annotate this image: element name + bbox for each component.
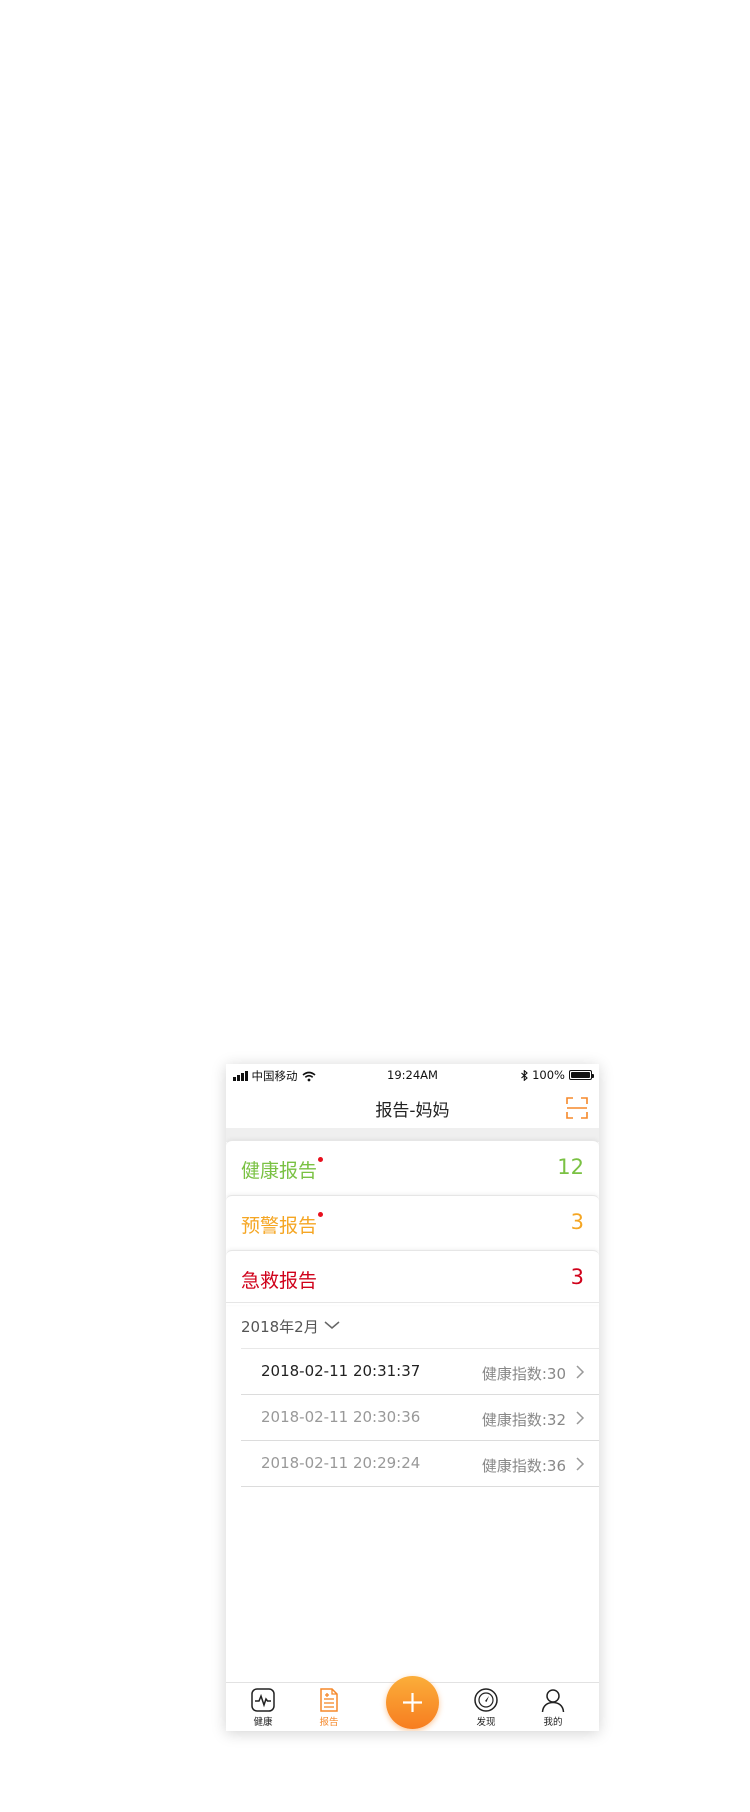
- record-list: 2018-02-11 20:31:37 健康指数:30 2018-02-11 2…: [241, 1348, 599, 1487]
- card-count: 12: [557, 1155, 584, 1179]
- status-bar: 中国移动 19:24AM 100%: [226, 1064, 599, 1086]
- emergency-report-card[interactable]: 急救报告 3: [226, 1250, 599, 1305]
- tab-mine[interactable]: 我的: [528, 1687, 578, 1728]
- list-item[interactable]: 2018-02-11 20:31:37 健康指数:30: [241, 1349, 599, 1395]
- month-filter[interactable]: 2018年2月: [226, 1302, 599, 1349]
- phone-screen: 中国移动 19:24AM 100% 报告-妈妈 健康报告 12 预警报告 3 急…: [226, 1064, 599, 1731]
- tab-label: 我的: [543, 1717, 563, 1728]
- list-item[interactable]: 2018-02-11 20:29:24 健康指数:36: [241, 1441, 599, 1487]
- record-health-index: 健康指数:36: [481, 1457, 566, 1475]
- user-icon: [541, 1689, 565, 1713]
- report-icon: [320, 1688, 338, 1712]
- plus-icon: [403, 1693, 422, 1712]
- card-label: 健康报告: [241, 1156, 324, 1183]
- scan-icon[interactable]: [565, 1096, 589, 1120]
- tab-health[interactable]: 健康: [238, 1687, 288, 1728]
- card-count: 3: [570, 1210, 584, 1234]
- record-timestamp: 2018-02-11 20:30:36: [261, 1408, 421, 1426]
- bluetooth-icon: [521, 1069, 528, 1081]
- unread-dot: [318, 1212, 324, 1217]
- chevron-right-icon: [576, 1411, 585, 1425]
- battery-icon: [569, 1070, 594, 1080]
- record-timestamp: 2018-02-11 20:29:24: [261, 1454, 421, 1472]
- heartbeat-icon: [251, 1688, 275, 1712]
- compass-icon: [474, 1688, 498, 1712]
- battery-percent: 100%: [532, 1068, 565, 1082]
- card-label: 急救报告: [241, 1270, 318, 1292]
- warning-report-card[interactable]: 预警报告 3: [226, 1195, 599, 1250]
- record-timestamp: 2018-02-11 20:31:37: [261, 1362, 421, 1380]
- unread-dot: [318, 1157, 324, 1162]
- tab-label: 报告: [319, 1717, 339, 1728]
- record-health-index: 健康指数:32: [481, 1411, 566, 1429]
- tab-bar: 健康 报告 发现 我的: [226, 1676, 599, 1731]
- tab-discover[interactable]: 发现: [461, 1687, 511, 1728]
- chevron-right-icon: [576, 1365, 585, 1379]
- list-item[interactable]: 2018-02-11 20:30:36 健康指数:32: [241, 1395, 599, 1441]
- health-report-card[interactable]: 健康报告 12: [226, 1140, 599, 1195]
- record-health-index: 健康指数:30: [481, 1365, 566, 1383]
- report-cards: 健康报告 12 预警报告 3 急救报告 3: [226, 1140, 599, 1305]
- tab-label: 健康: [253, 1717, 273, 1728]
- card-label: 预警报告: [241, 1211, 324, 1238]
- tab-report[interactable]: 报告: [304, 1687, 354, 1728]
- chevron-down-icon: [324, 1321, 340, 1329]
- month-label: 2018年2月: [241, 1318, 319, 1336]
- tab-label: 发现: [476, 1717, 496, 1728]
- add-button[interactable]: [386, 1676, 439, 1729]
- chevron-right-icon: [576, 1457, 585, 1471]
- page-title: 报告-妈妈: [375, 1101, 450, 1121]
- nav-bar: 报告-妈妈: [226, 1086, 599, 1128]
- card-count: 3: [570, 1265, 584, 1289]
